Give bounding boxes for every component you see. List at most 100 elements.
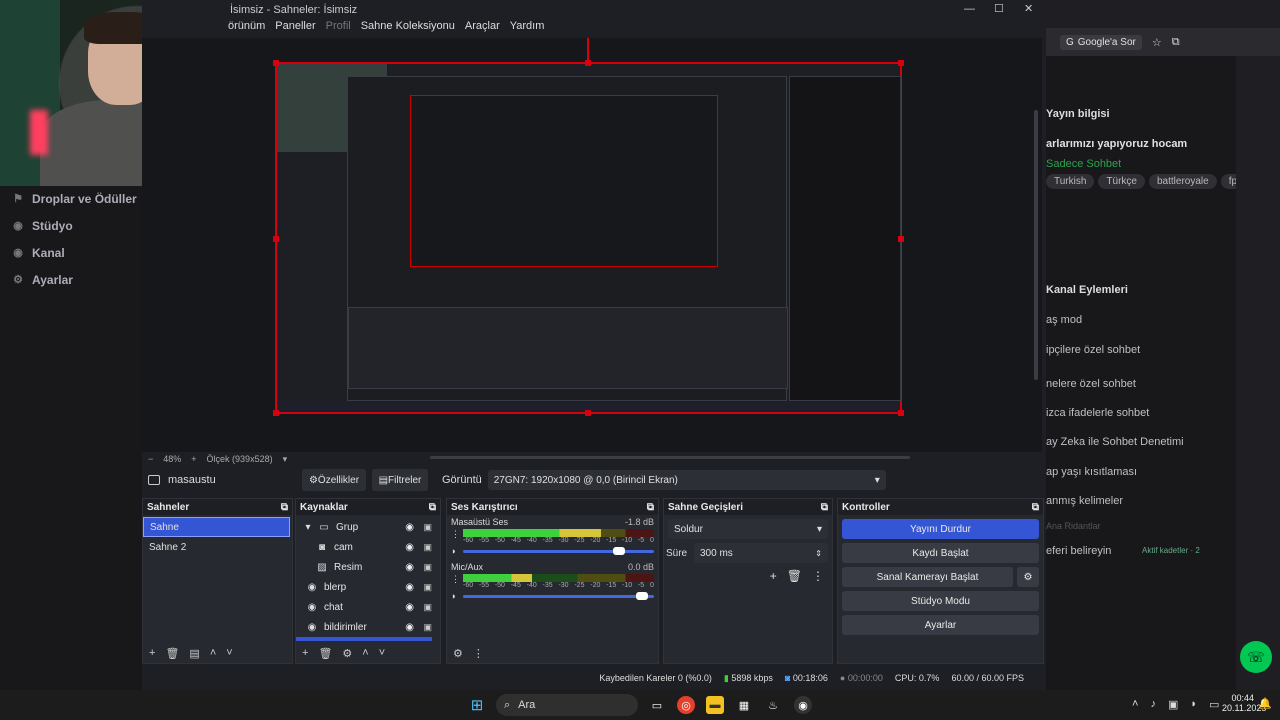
settings-button[interactable]: Ayarlar — [842, 615, 1039, 635]
more-icon[interactable]: ⋮ — [451, 574, 460, 585]
taskbar-search[interactable]: ⌕ Ara — [496, 694, 638, 716]
duration-input[interactable]: 300 ms ⇕ — [694, 543, 828, 563]
volume-slider[interactable] — [463, 546, 654, 555]
battery-icon[interactable]: ▭ — [1209, 698, 1219, 711]
chevron-down-icon[interactable]: ▾ — [283, 454, 288, 465]
eye-icon[interactable]: ◉ — [405, 582, 414, 593]
source-item[interactable]: ▾ ▭ Grup ◉ ▣ — [296, 517, 440, 537]
action-item[interactable]: ap yaşı kısıtlaması — [1046, 466, 1137, 478]
undock-icon[interactable]: ⧉ — [1032, 502, 1039, 513]
action-item[interactable]: ay Zeka ile Sohbet Denetimi — [1046, 436, 1184, 448]
close-icon[interactable]: ✕ — [1024, 2, 1033, 15]
source-item[interactable]: ◉ chat ◉ ▣ — [296, 597, 440, 617]
lock-icon[interactable]: ▣ — [423, 542, 432, 553]
gear-icon[interactable]: ⚙ — [1017, 567, 1039, 587]
menu-profile[interactable]: Profil — [326, 20, 351, 38]
chevron-up-icon[interactable]: ˄ — [1132, 698, 1138, 711]
obs-icon[interactable]: ◉ — [794, 696, 812, 714]
volume-icon[interactable]: ◗ — [1190, 698, 1197, 711]
task-view-icon[interactable]: ▭ — [648, 696, 666, 714]
nav-item-channel[interactable]: ◉ Kanal — [12, 246, 65, 260]
chrome-icon[interactable]: ◎ — [677, 696, 695, 714]
menu-scene-collection[interactable]: Sahne Koleksiyonu — [361, 20, 455, 38]
volume-knob[interactable] — [613, 546, 626, 555]
menu-docks[interactable]: Paneller — [275, 20, 315, 38]
source-item[interactable]: ◉ blerp ◉ ▣ — [296, 577, 440, 597]
lock-icon[interactable]: ▣ — [423, 522, 432, 533]
chevron-down-icon[interactable]: ˅ — [226, 647, 232, 659]
scene-item[interactable]: Sahne 2 — [143, 537, 290, 557]
tag[interactable]: Turkish — [1046, 174, 1095, 189]
lock-icon[interactable]: ▣ — [423, 562, 432, 573]
speaker-icon[interactable]: ◗ — [451, 591, 459, 601]
network-icon[interactable]: ▣ — [1168, 698, 1178, 711]
trash-icon[interactable]: 🗑 — [165, 647, 179, 660]
studio-mode-button[interactable]: Stüdyo Modu — [842, 591, 1039, 611]
nav-item-drops[interactable]: ⚑ Droplar ve Ödüller — [12, 192, 137, 206]
audio-settings-icon[interactable]: ⚙ — [453, 647, 463, 660]
eye-icon[interactable]: ◉ — [405, 542, 414, 553]
steam-icon[interactable]: ♨ — [764, 696, 782, 714]
speaker-icon[interactable]: ◗ — [451, 546, 459, 556]
chevron-up-icon[interactable]: ˄ — [210, 647, 216, 659]
file-explorer-icon[interactable]: ▬ — [706, 696, 724, 714]
maximize-icon[interactable]: ☐ — [994, 2, 1004, 15]
menu-tools[interactable]: Araçlar — [465, 20, 500, 38]
preview-hscroll[interactable] — [430, 456, 910, 459]
store-icon[interactable]: ▦ — [735, 696, 753, 714]
lock-icon[interactable]: ▣ — [423, 602, 432, 613]
source-item[interactable]: ◉ bildirimler ◉ ▣ — [296, 617, 440, 637]
chevron-down-icon[interactable]: ▾ — [302, 522, 314, 533]
rotation-handle[interactable] — [587, 38, 589, 62]
volume-slider[interactable] — [463, 591, 654, 600]
preview-canvas[interactable] — [273, 60, 904, 416]
undock-icon[interactable]: ⧉ — [821, 502, 828, 513]
lock-icon[interactable]: ▣ — [423, 622, 432, 633]
transition-select[interactable]: Soldur ▾ — [668, 519, 828, 539]
trash-icon[interactable]: 🗑 — [318, 647, 332, 660]
lock-icon[interactable]: ▣ — [423, 582, 432, 593]
display-select[interactable]: 27GN7: 1920x1080 @ 0,0 (Birincil Ekran) ▾ — [487, 470, 886, 490]
tag[interactable]: Türkçe — [1098, 174, 1145, 189]
source-item[interactable]: ▨ Resim ◉ ▣ — [296, 557, 440, 577]
eye-icon[interactable]: ◉ — [405, 622, 414, 633]
help-chat-icon[interactable]: ☏ — [1240, 641, 1272, 673]
zoom-out-button[interactable]: − — [148, 454, 153, 464]
scale-dropdown[interactable]: Ölçek (939x528) — [207, 454, 273, 464]
clock[interactable]: 00:44 20.11.2025 — [1222, 693, 1266, 713]
properties-button[interactable]: ⚙ Özellikler — [302, 469, 366, 491]
more-icon[interactable]: ⋮ — [473, 647, 484, 660]
tag[interactable]: battleroyale — [1148, 174, 1217, 189]
filters-button[interactable]: ▤ Filtreler — [372, 469, 428, 491]
zoom-in-button[interactable]: + — [191, 454, 196, 464]
gear-icon[interactable]: ⚙ — [342, 647, 352, 660]
notification-icon[interactable]: 🔔 — [1258, 697, 1272, 710]
extensions-icon[interactable]: ⧉ — [1172, 36, 1180, 49]
volume-knob[interactable] — [636, 591, 649, 600]
eye-icon[interactable]: ◉ — [405, 602, 414, 613]
stop-stream-button[interactable]: Yayını Durdur — [842, 519, 1039, 539]
preview-vscroll[interactable] — [1034, 110, 1038, 380]
microphone-icon[interactable]: ♪ — [1150, 698, 1156, 711]
add-icon[interactable]: + — [770, 569, 777, 583]
windows-start-icon[interactable]: ⊞ — [468, 696, 486, 714]
action-item[interactable]: izca ifadelerle sohbet — [1046, 407, 1149, 419]
undock-icon[interactable]: ⧉ — [281, 502, 288, 513]
nav-item-studio[interactable]: ◉ Stüdyo — [12, 219, 72, 233]
action-item[interactable]: aş mod — [1046, 314, 1082, 326]
more-icon[interactable]: ⋮ — [451, 529, 460, 540]
eye-icon[interactable]: ◉ — [405, 562, 414, 573]
action-item[interactable]: anmış kelimeler — [1046, 495, 1123, 507]
undock-icon[interactable]: ⧉ — [429, 502, 436, 513]
menu-view[interactable]: örünüm — [228, 20, 265, 38]
add-icon[interactable]: + — [149, 647, 155, 659]
action-item[interactable]: eferi belireyin — [1046, 545, 1111, 557]
action-item[interactable]: ipçilere özel sohbet — [1046, 344, 1140, 356]
chevron-down-icon[interactable]: ˅ — [379, 647, 385, 659]
minimize-icon[interactable]: — — [964, 3, 975, 15]
menu-help[interactable]: Yardım — [510, 20, 545, 38]
chevron-up-icon[interactable]: ˄ — [362, 647, 368, 659]
virtual-camera-button[interactable]: Sanal Kamerayı Başlat — [842, 567, 1013, 587]
undock-icon[interactable]: ⧉ — [647, 502, 654, 513]
scene-item[interactable]: Sahne — [143, 517, 290, 537]
